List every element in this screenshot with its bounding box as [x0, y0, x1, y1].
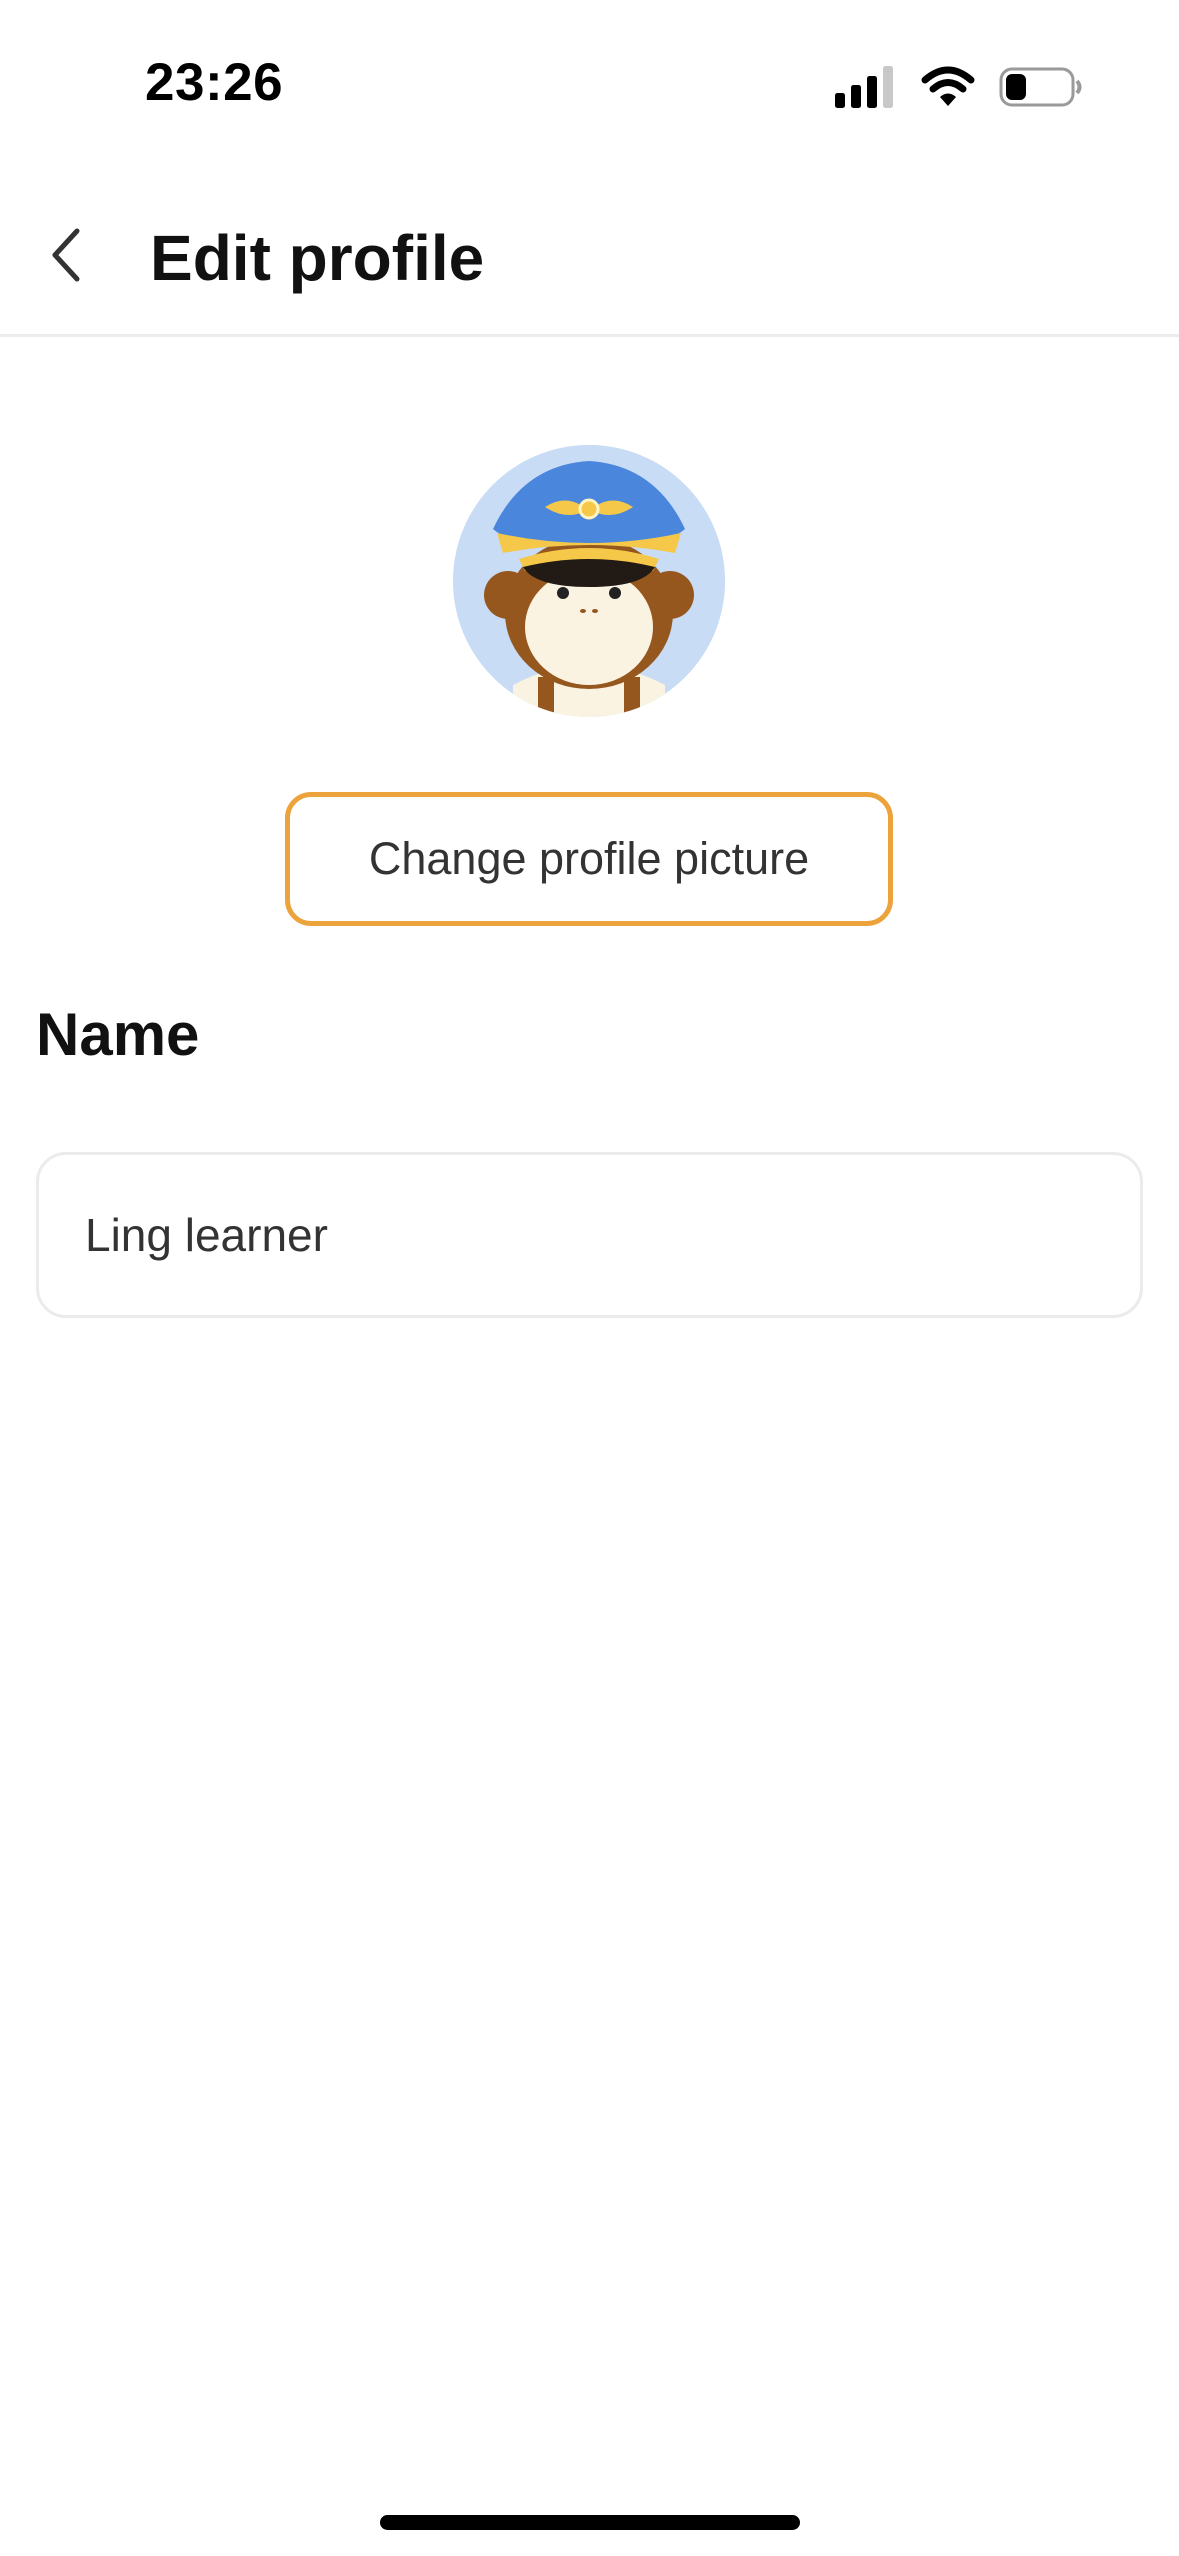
- battery-icon: [999, 67, 1082, 107]
- avatar: [453, 445, 725, 717]
- status-bar: 23:26: [0, 0, 1179, 150]
- monkey-pilot-avatar: [453, 445, 725, 717]
- name-label: Name: [36, 1001, 200, 1068]
- nav-bar: Edit profile: [0, 190, 1179, 337]
- wifi-icon: [921, 66, 975, 106]
- cellular-signal-icon: [835, 66, 893, 108]
- status-icons: [835, 62, 1083, 112]
- home-indicator[interactable]: [380, 2515, 800, 2530]
- name-field[interactable]: [36, 1152, 1143, 1318]
- chevron-left-icon: [52, 228, 80, 282]
- page-title: Edit profile: [150, 222, 485, 294]
- back-button[interactable]: [36, 220, 96, 290]
- change-profile-picture-button[interactable]: Change profile picture: [285, 792, 893, 926]
- status-time: 23:26: [145, 53, 284, 112]
